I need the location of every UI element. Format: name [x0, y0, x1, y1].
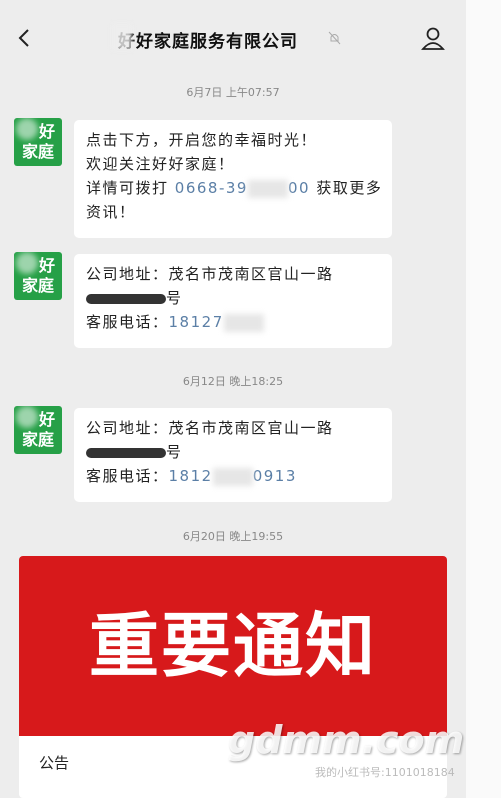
chat-title: 好好家庭服务有限公司 — [118, 32, 298, 52]
card-label: 公告 — [39, 754, 70, 772]
message-line: 欢迎关注好好家庭！ — [86, 155, 235, 173]
message-line: 号 — [86, 440, 380, 464]
avatar-blur — [16, 406, 38, 428]
avatar-blur — [16, 118, 38, 140]
avatar[interactable]: 好 家庭 — [14, 118, 62, 166]
avatar[interactable]: 好 家庭 — [14, 252, 62, 300]
watermark-sub: 我的小红书号:1101018184 — [315, 766, 455, 779]
timestamp: 6月20日 晚上19:55 — [182, 530, 284, 543]
message-line: 点击下方，开启您的幸福时光！ — [86, 131, 318, 149]
message-bubble[interactable]: 公司地址：茂名市茂南区官山一路 号 客服电话：18127 — [74, 254, 392, 348]
message-line: 资讯！ — [86, 203, 136, 221]
message-bubble[interactable]: 公司地址：茂名市茂南区官山一路 号 客服电话：1812 0913 — [74, 408, 392, 502]
redacted-scribble — [86, 293, 166, 304]
message-line: 详情可拨打 0668-39 00 获取更多 — [86, 179, 383, 198]
phone-link[interactable]: 1812 0913 — [169, 467, 297, 486]
redacted-scribble — [86, 447, 166, 458]
message-line: 号 — [86, 286, 380, 310]
avatar[interactable]: 好 家庭 — [14, 406, 62, 454]
message-line: 客服电话：1812 0913 — [86, 467, 297, 486]
title-blur — [112, 24, 132, 50]
message-line: 客服电话：18127 — [86, 310, 380, 334]
message-line: 公司地址：茂名市茂南区官山一路 — [86, 419, 334, 437]
avatar-blur — [16, 252, 38, 274]
watermark: gdmm.com — [228, 718, 465, 762]
chat-header: 好好家庭服务有限公司 — [0, 0, 501, 74]
phone-link[interactable]: 18127 — [169, 313, 264, 332]
timestamp: 6月12日 晚上18:25 — [182, 375, 284, 388]
notice-banner: 重要通知 — [19, 556, 447, 736]
timestamp: 6月7日 上午07:57 — [186, 86, 280, 99]
chevron-left-icon[interactable] — [14, 27, 36, 49]
message-line: 公司地址：茂名市茂南区官山一路 — [86, 265, 334, 283]
user-icon[interactable] — [420, 25, 446, 51]
phone-link[interactable]: 0668-39 00 — [175, 179, 310, 198]
bell-muted-icon — [328, 31, 341, 45]
message-bubble[interactable]: 点击下方，开启您的幸福时光！ 欢迎关注好好家庭！ 详情可拨打 0668-39 00… — [74, 120, 392, 238]
right-edge — [466, 0, 501, 798]
